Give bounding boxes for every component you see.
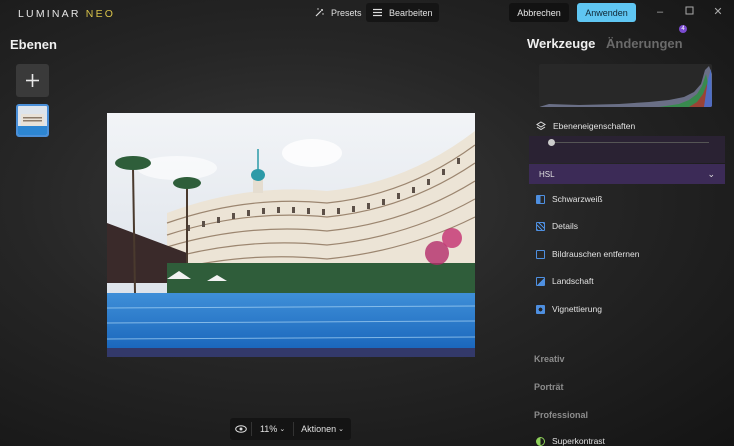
presets-button[interactable]: Presets — [308, 3, 368, 22]
logo-main: LUMINAR — [18, 8, 81, 20]
actions-label: Aktionen — [301, 424, 337, 434]
layers-icon — [536, 121, 546, 131]
tool-landscape[interactable]: Landschaft — [536, 276, 594, 286]
tool-bw[interactable]: Schwarzweiß — [536, 194, 603, 204]
cancel-button[interactable]: Abbrechen — [509, 3, 569, 22]
photo-canvas[interactable] — [107, 113, 475, 357]
chevron-down-icon: ⌄ — [707, 168, 715, 179]
contrast-icon — [536, 436, 545, 446]
tool-label: Superkontrast — [552, 436, 605, 446]
changes-count-badge: 4 — [679, 25, 687, 33]
sliders-icon — [373, 8, 382, 17]
layer-thumbnail-image — [18, 106, 47, 135]
bw-icon — [536, 194, 545, 204]
zoom-value: 11% — [259, 424, 278, 434]
zoom-dropdown[interactable]: 11% ⌄ — [252, 424, 293, 434]
tool-label: Vignettierung — [552, 304, 602, 314]
tab-changes[interactable]: Änderungen — [606, 36, 683, 51]
tool-denoise[interactable]: Bildrauschen entfernen — [536, 249, 639, 259]
hsl-label: HSL — [539, 169, 555, 179]
tool-label: Details — [552, 221, 578, 231]
hsl-section-header[interactable]: HSL ⌄ — [529, 164, 725, 184]
maximize-icon[interactable] — [682, 5, 696, 19]
bottom-toolbar: 11% ⌄ Aktionen ⌄ — [230, 418, 351, 440]
vignette-icon — [536, 304, 545, 314]
slider-area — [529, 136, 725, 163]
category-portrait[interactable]: Porträt — [534, 382, 564, 392]
landscape-icon — [536, 276, 545, 286]
tool-label: Landschaft — [552, 276, 594, 286]
histogram — [539, 64, 712, 107]
tool-label: Bildrauschen entfernen — [552, 249, 640, 259]
actions-dropdown[interactable]: Aktionen ⌄ — [294, 424, 351, 434]
eye-icon[interactable] — [230, 425, 251, 433]
minimize-icon[interactable]: – — [653, 5, 667, 19]
edit-button[interactable]: Bearbeiten — [366, 3, 439, 22]
chevron-down-icon: ⌄ — [338, 426, 344, 433]
hotel-photo — [107, 113, 475, 357]
plus-icon — [26, 74, 39, 87]
category-creative[interactable]: Kreativ — [534, 354, 565, 364]
tool-details[interactable]: Details — [536, 221, 578, 231]
layer-thumbnail[interactable] — [16, 104, 49, 137]
top-bar: LUMINAR NEO Presets Bearbeiten Abbrechen… — [0, 0, 734, 26]
tool-label: Schwarzweiß — [552, 194, 603, 204]
denoise-icon — [536, 249, 545, 259]
layers-title: Ebenen — [10, 37, 57, 52]
slider-handle[interactable] — [548, 139, 555, 146]
layer-properties-label: Ebeneneigenschaften — [553, 121, 636, 131]
tab-tools[interactable]: Werkzeuge — [527, 36, 595, 51]
details-icon — [536, 221, 545, 231]
tool-vignette[interactable]: Vignettierung — [536, 304, 602, 314]
presets-label: Presets — [331, 7, 362, 18]
add-layer-button[interactable] — [16, 64, 49, 97]
apply-button[interactable]: Anwenden — [577, 3, 636, 22]
sparkle-icon — [315, 8, 324, 17]
layer-properties-row[interactable]: Ebeneneigenschaften — [536, 121, 635, 131]
slider-track[interactable] — [549, 142, 709, 143]
category-professional[interactable]: Professional — [534, 410, 588, 420]
app-logo: LUMINAR NEO — [18, 8, 115, 20]
close-icon[interactable]: ✕ — [711, 5, 725, 19]
edit-label: Bearbeiten — [389, 7, 433, 18]
tool-superkontrast[interactable]: Superkontrast — [536, 436, 605, 446]
logo-accent: NEO — [85, 8, 116, 20]
chevron-down-icon: ⌄ — [279, 426, 286, 433]
